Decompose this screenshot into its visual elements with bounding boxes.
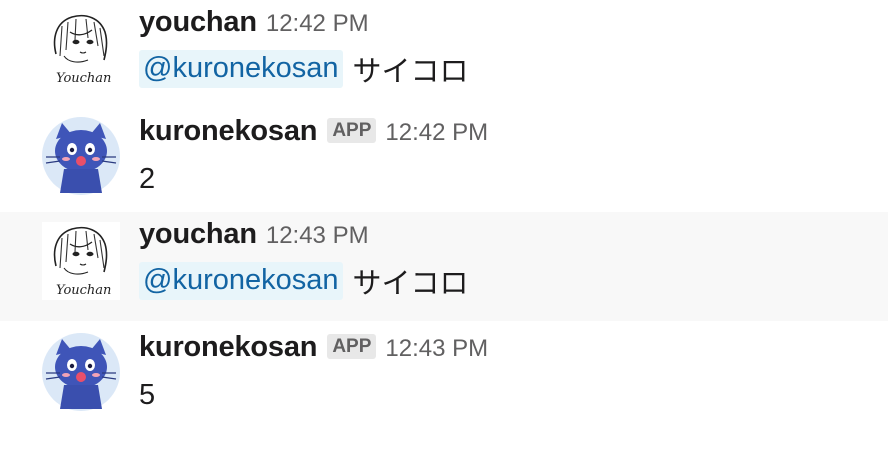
message-header: youchan 12:42 PM	[139, 6, 369, 44]
bot-avatar[interactable]	[42, 333, 120, 411]
message-body: 2	[139, 163, 155, 196]
message-text: 5	[139, 379, 156, 411]
message-timestamp[interactable]: 12:43 PM	[385, 335, 488, 363]
app-badge: APP	[327, 334, 377, 359]
message-item[interactable]: kuronekosan APP 12:43 PM 5	[0, 321, 888, 430]
user-mention[interactable]: @kuronekosan	[139, 262, 343, 300]
author-name[interactable]: youchan	[139, 218, 257, 251]
user-avatar[interactable]: Youchan	[42, 222, 120, 300]
message-list: Youchan youchan 12:42 PM @kuronekosan サイ…	[0, 0, 888, 452]
message-header: youchan 12:43 PM	[139, 218, 369, 256]
message-timestamp[interactable]: 12:42 PM	[266, 10, 369, 38]
manga-girl-avatar-icon: Youchan	[42, 222, 120, 300]
message-header: kuronekosan APP 12:42 PM	[139, 115, 488, 153]
message-item[interactable]: Youchan youchan 12:42 PM @kuronekosan サイ…	[0, 0, 888, 109]
message-timestamp[interactable]: 12:43 PM	[266, 222, 369, 250]
author-name[interactable]: kuronekosan	[139, 331, 318, 364]
message-text: サイコロ	[352, 54, 469, 88]
manga-girl-avatar-icon: Youchan	[42, 10, 120, 88]
message-item[interactable]: Youchan youchan 12:43 PM @kuronekosan サイ…	[0, 212, 888, 321]
message-text: 2	[139, 163, 156, 195]
blue-cat-avatar-icon	[42, 117, 120, 195]
app-badge: APP	[327, 118, 377, 143]
message-body: 5	[139, 379, 155, 412]
author-name[interactable]: youchan	[139, 6, 257, 39]
message-body: @kuronekosan サイコロ	[139, 260, 469, 302]
message-body: @kuronekosan サイコロ	[139, 48, 469, 90]
user-avatar[interactable]: Youchan	[42, 10, 120, 88]
blue-cat-avatar-icon	[42, 333, 120, 411]
user-mention[interactable]: @kuronekosan	[139, 50, 343, 88]
svg-text:Youchan: Youchan	[56, 71, 111, 86]
message-header: kuronekosan APP 12:43 PM	[139, 331, 488, 369]
author-name[interactable]: kuronekosan	[139, 115, 318, 148]
message-timestamp[interactable]: 12:42 PM	[385, 119, 488, 147]
bot-avatar[interactable]	[42, 117, 120, 195]
message-text: サイコロ	[352, 266, 469, 300]
svg-text:Youchan: Youchan	[56, 283, 111, 298]
message-item[interactable]: kuronekosan APP 12:42 PM 2	[0, 105, 888, 214]
